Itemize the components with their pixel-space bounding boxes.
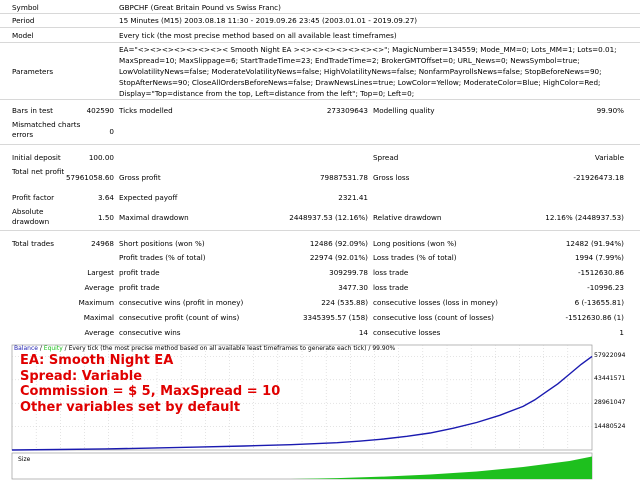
gross-profit-value: 79887531.78	[319, 173, 368, 182]
average-label: Average	[84, 283, 114, 292]
size-label: Size	[18, 456, 31, 463]
absolute-drawdown-value: 1.50	[97, 213, 114, 222]
maximal-drawdown-label: Maximal drawdown	[119, 213, 189, 222]
maximal-consec-profit-label: consecutive profit (count of wins)	[119, 313, 240, 322]
quality-value: 99.90%	[596, 106, 624, 115]
overlay-line-other: Other variables set by default	[20, 399, 241, 415]
net-profit-value: 57961058.60	[65, 173, 114, 182]
long-positions-value: 12482 (91.94%)	[565, 239, 624, 248]
max-consec-losses-label: consecutive losses (loss in money)	[373, 298, 498, 307]
maximal-consec-loss-label: consecutive loss (count of losses)	[373, 313, 494, 322]
average2-label: Average	[84, 328, 114, 337]
legend-balance: Balance	[14, 345, 38, 352]
spread-value: Variable	[594, 153, 624, 162]
divider	[0, 230, 640, 231]
profit-factor-value: 3.64	[97, 193, 114, 202]
strategy-report: Symbol GBPCHF (Great Britain Pound vs Sw…	[0, 0, 640, 342]
y-tick-label: 57922094	[594, 352, 626, 359]
max-consec-wins-value: 224 (535.88)	[321, 298, 368, 307]
total-trades-value: 24968	[91, 239, 114, 248]
y-tick-label: 14480524	[594, 423, 626, 430]
maximal-drawdown-value: 2448937.53 (12.16%)	[289, 213, 368, 222]
divider	[0, 144, 640, 145]
average-loss-value: -10996.23	[587, 283, 624, 292]
maximal-consec-profit-value: 3345395.57 (158)	[302, 313, 368, 322]
profit-trades-value: 22974 (92.01%)	[309, 253, 368, 262]
long-positions-label: Long positions (won %)	[373, 239, 457, 248]
relative-drawdown-value: 12.16% (2448937.53)	[545, 213, 624, 222]
largest-profit-label: profit trade	[119, 268, 160, 277]
bars-value: 402590	[86, 106, 114, 115]
short-positions-value: 12486 (92.09%)	[309, 239, 368, 248]
y-tick-label: 43441571	[594, 375, 626, 382]
overlay-line-spread: Spread: Variable	[20, 368, 143, 384]
ticks-label: Ticks modelled	[119, 106, 173, 115]
quality-label: Modelling quality	[373, 106, 435, 115]
avg-consec-wins-label: consecutive wins	[119, 328, 181, 337]
loss-trades-label: Loss trades (% of total)	[373, 253, 457, 262]
y-tick-label: 28961047	[594, 399, 626, 406]
ticks-value: 273309643	[326, 106, 368, 115]
chart-legend: Balance / Equity / Every tick (the most …	[14, 345, 395, 352]
largest-profit-value: 309299.78	[329, 268, 368, 277]
maximum-label: Maximum	[78, 298, 114, 307]
legend-description: / Every tick (the most precise method ba…	[62, 345, 396, 352]
average-profit-label: profit trade	[119, 283, 160, 292]
overlay-annotation: EA: Smooth Night EA Spread: Variable Com…	[20, 353, 280, 415]
largest-loss-value: -1512630.86	[577, 268, 624, 277]
parameters-value: EA="<><><><><><><>< Smooth Night EA ><><…	[119, 45, 617, 98]
model-label: Model	[12, 31, 34, 40]
largest-loss-label: loss trade	[373, 268, 409, 277]
mismatch-value: 0	[109, 127, 114, 136]
gross-loss-label: Gross loss	[373, 173, 410, 182]
avg-consec-losses-value: 1	[619, 328, 624, 337]
short-positions-label: Short positions (won %)	[119, 239, 205, 248]
overlay-line-commission: Commission = $ 5, MaxSpread = 10	[20, 384, 281, 399]
deposit-value: 100.00	[88, 153, 114, 162]
spread-label: Spread	[373, 153, 399, 162]
divider	[0, 27, 640, 28]
expected-payoff-label: Expected payoff	[119, 193, 178, 202]
period-value: 15 Minutes (M15) 2003.08.18 11:30 - 2019…	[119, 16, 418, 25]
avg-consec-losses-label: consecutive losses	[373, 328, 441, 337]
divider	[0, 99, 640, 100]
avg-consec-wins-value: 14	[358, 328, 368, 337]
max-consec-losses-value: 6 (-13655.81)	[574, 298, 624, 307]
gross-profit-label: Gross profit	[119, 173, 161, 182]
largest-label: Largest	[87, 268, 114, 277]
relative-drawdown-label: Relative drawdown	[373, 213, 442, 222]
parameters-label: Parameters	[12, 67, 54, 76]
max-consec-wins-label: consecutive wins (profit in money)	[119, 298, 244, 307]
divider	[0, 42, 640, 43]
model-value: Every tick (the most precise method base…	[119, 31, 397, 40]
divider	[0, 13, 640, 14]
period-label: Period	[12, 16, 35, 25]
maximal-consec-loss-value: -1512630.86 (1)	[565, 313, 624, 322]
overlay-line-ea: EA: Smooth Night EA	[20, 353, 174, 368]
average-loss-label: loss trade	[373, 283, 409, 292]
gross-loss-value: -21926473.18	[573, 173, 624, 182]
symbol-value: GBPCHF (Great Britain Pound vs Swiss Fra…	[119, 3, 281, 12]
legend-equity: Equity	[43, 345, 63, 352]
maximal-label: Maximal	[83, 313, 114, 322]
average-profit-value: 3477.30	[338, 283, 368, 292]
expected-payoff-value: 2321.41	[338, 193, 368, 202]
symbol-label: Symbol	[12, 3, 39, 12]
profit-trades-label: Profit trades (% of total)	[119, 253, 206, 262]
loss-trades-value: 1994 (7.99%)	[574, 253, 624, 262]
